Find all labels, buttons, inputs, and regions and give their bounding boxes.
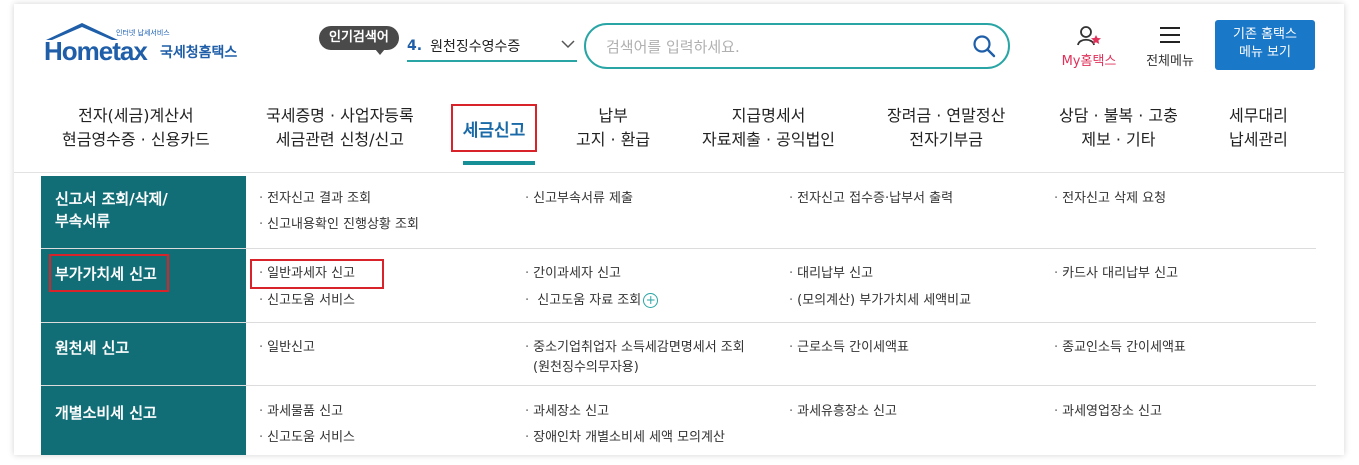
link-entertainment-place[interactable]: 과세유흥장소 신고 xyxy=(789,401,897,423)
logo-wordmark: Hometax xyxy=(44,36,148,66)
link-disabled-vehicle-simulation[interactable]: 장애인차 개별소비세 세액 모의계산 xyxy=(525,427,725,449)
link-vat-simulation[interactable]: (모의계산) 부가가치세 세액비교 xyxy=(789,290,971,312)
nav-item-payment-statement[interactable]: 지급명세서 자료제출 · 공익법인 xyxy=(702,104,835,152)
link-religious-income-table[interactable]: 종교인소득 간이세액표 xyxy=(1054,337,1186,359)
nav-item-line2: 전자기부금 xyxy=(909,130,983,149)
logo-korean-name: 국세청홈택스 xyxy=(160,45,238,61)
highlight-box-vat-title xyxy=(49,254,169,292)
section-title-line1: 개별소비세 신고 xyxy=(55,404,157,422)
section-title-line2: 부속서류 xyxy=(55,212,111,230)
section-title-withholding[interactable]: 원천세 신고 xyxy=(41,323,246,385)
nav-item-line2: 세금관련 신청/신고 xyxy=(275,130,404,149)
link-taxable-goods[interactable]: 과세물품 신고 xyxy=(259,401,343,423)
nav-item-line2: 납세관리 xyxy=(1229,130,1288,149)
nav-item-line1: 국세증명 · 사업자등록 xyxy=(266,106,414,125)
link-business-place[interactable]: 과세영업장소 신고 xyxy=(1054,401,1162,423)
section-title-filing-inquiry[interactable]: 신고서 조회/삭제/ 부속서류 xyxy=(41,176,246,248)
link-filing-help-service[interactable]: 신고도움 서비스 xyxy=(259,290,355,312)
link-e-filing-result[interactable]: 전자신고 결과 조회 xyxy=(259,188,371,210)
chevron-down-icon xyxy=(561,38,575,52)
link-general-filing[interactable]: 일반신고 xyxy=(259,337,315,359)
link-attachment-submit[interactable]: 신고부속서류 제출 xyxy=(525,188,633,210)
link-filing-help-data[interactable]: 신고도움 자료 조회+ xyxy=(525,290,659,312)
nav-item-line1: 세금신고 xyxy=(462,120,526,141)
submenu-row: 개별소비세 신고 과세물품 신고 과세장소 신고 과세유흥장소 신고 과세영업장… xyxy=(41,386,1316,455)
nav-divider xyxy=(14,172,1344,173)
nav-item-line1: 장려금 · 연말정산 xyxy=(887,106,1006,125)
submenu-row: 신고서 조회/삭제/ 부속서류 전자신고 결과 조회 신고부속서류 제출 전자신… xyxy=(41,176,1316,249)
nav-item-certificates[interactable]: 국세증명 · 사업자등록 세금관련 신청/신고 xyxy=(266,104,414,152)
all-menu-label: 전체메뉴 xyxy=(1146,54,1194,69)
hometax-logo[interactable]: 인터넷 납세서비스 Hometax 국세청홈택스 xyxy=(42,22,262,66)
search-box xyxy=(584,23,1010,69)
nav-item-payment[interactable]: 납부 고지 · 환급 xyxy=(576,104,650,152)
page-frame: 인터넷 납세서비스 Hometax 국세청홈택스 인기검색어 4. 원천징수영수… xyxy=(14,4,1344,455)
link-proxy-payment-filing[interactable]: 대리납부 신고 xyxy=(789,263,873,285)
nav-item-line1: 세무대리 xyxy=(1229,106,1288,125)
highlight-box-general-taxpayer xyxy=(250,259,384,289)
link-review-status[interactable]: 신고내용확인 진행상황 조회 xyxy=(259,214,419,236)
submenu-row: 원천세 신고 일반신고 중소기업취업자 소득세감면명세서 조회 (원천징수의무자… xyxy=(41,323,1316,386)
my-hometax-button[interactable]: My홈택스 xyxy=(1054,24,1124,70)
popular-term: 원천징수영수증 xyxy=(430,39,521,55)
all-menu-button[interactable]: 전체메뉴 xyxy=(1139,24,1201,70)
popular-search-badge: 인기검색어 xyxy=(319,26,399,55)
popular-rank: 4. xyxy=(407,38,423,54)
search-icon[interactable] xyxy=(972,34,996,58)
nav-item-e-invoice[interactable]: 전자(세금)계산서 현금영수증 · 신용카드 xyxy=(62,104,210,152)
nav-item-line1: 전자(세금)계산서 xyxy=(78,106,194,125)
hamburger-menu-icon xyxy=(1160,27,1180,43)
link-card-proxy-payment[interactable]: 카드사 대리납부 신고 xyxy=(1054,263,1178,285)
nav-item-consultation[interactable]: 상담 · 불복 · 고충 제보 · 기타 xyxy=(1059,104,1178,152)
section-title-excise[interactable]: 개별소비세 신고 xyxy=(41,386,246,455)
popular-search-select[interactable]: 4. 원천징수영수증 xyxy=(407,32,577,62)
section-title-line1: 신고서 조회/삭제/ xyxy=(55,190,168,208)
nav-item-line2: 제보 · 기타 xyxy=(1081,130,1156,149)
search-input[interactable] xyxy=(606,36,946,58)
link-simplified-taxpayer-filing[interactable]: 간이과세자 신고 xyxy=(525,263,621,285)
legacy-menu-button[interactable]: 기존 홈택스 메뉴 보기 xyxy=(1215,20,1315,70)
nav-item-line2: 자료제출 · 공익법인 xyxy=(702,130,836,149)
nav-item-line2: 고지 · 환급 xyxy=(576,130,651,149)
submenu-row: 부가가치세 신고 일반과세자 신고 간이과세자 신고 대리납부 신고 카드사 대… xyxy=(41,249,1316,323)
plus-circle-icon[interactable]: + xyxy=(643,293,659,308)
link-taxable-place[interactable]: 과세장소 신고 xyxy=(525,401,609,423)
my-hometax-label: My홈택스 xyxy=(1061,54,1117,69)
section-title-line1: 원천세 신고 xyxy=(55,339,130,357)
user-icon xyxy=(1077,26,1101,46)
link-receipt-print[interactable]: 전자신고 접수증·납부서 출력 xyxy=(789,188,953,210)
nav-item-line2: 현금영수증 · 신용카드 xyxy=(62,130,210,149)
link-excise-help-service[interactable]: 신고도움 서비스 xyxy=(259,427,355,449)
link-earned-income-table[interactable]: 근로소득 간이세액표 xyxy=(789,337,909,359)
nav-item-line1: 상담 · 불복 · 고충 xyxy=(1059,106,1178,125)
link-sme-employee-exemption-sub[interactable]: (원천징수의무자용) xyxy=(533,357,639,379)
nav-item-tax-agent[interactable]: 세무대리 납세관리 xyxy=(1229,104,1288,152)
legacy-menu-line1: 기존 홈택스 xyxy=(1233,27,1297,42)
nav-item-line1: 납부 xyxy=(598,106,628,125)
submenu-table: 신고서 조회/삭제/ 부속서류 전자신고 결과 조회 신고부속서류 제출 전자신… xyxy=(41,176,1316,455)
legacy-menu-line2: 메뉴 보기 xyxy=(1239,45,1291,60)
link-filing-help-data-label: 신고도움 자료 조회 xyxy=(537,293,642,308)
nav-item-line1: 지급명세서 xyxy=(731,106,806,125)
nav-item-tax-filing[interactable]: 세금신고 xyxy=(451,104,537,152)
link-sme-employee-exemption[interactable]: 중소기업취업자 소득세감면명세서 조회 xyxy=(525,337,745,359)
nav-item-incentives[interactable]: 장려금 · 연말정산 전자기부금 xyxy=(887,104,1005,152)
active-nav-underline xyxy=(463,161,535,165)
link-delete-request[interactable]: 전자신고 삭제 요청 xyxy=(1054,188,1166,210)
